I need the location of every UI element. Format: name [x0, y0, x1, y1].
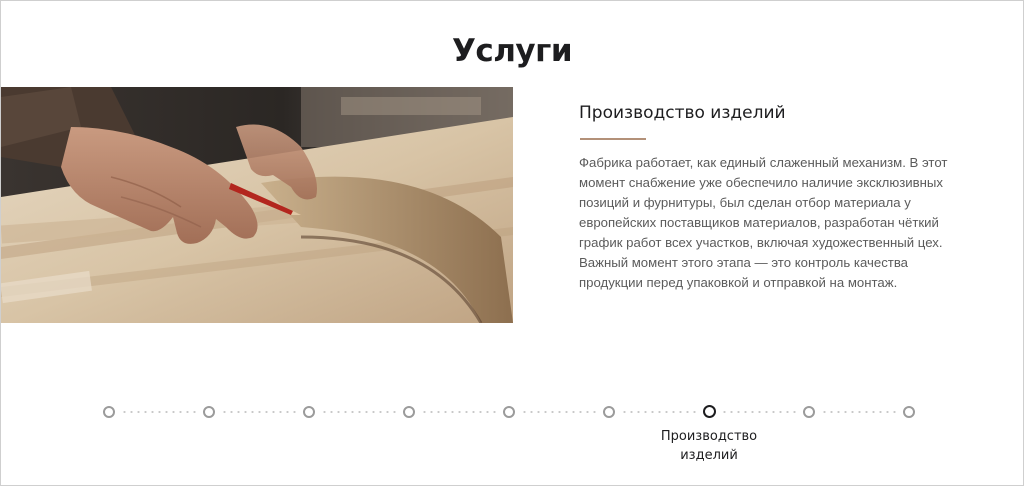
services-section: Услуги Производство изделий Фабрика рабо…	[0, 0, 1024, 486]
timeline-step-1[interactable]	[103, 406, 115, 418]
timeline-step-8[interactable]	[803, 406, 815, 418]
timeline-connector	[522, 411, 597, 413]
service-title: Производство изделий	[579, 103, 786, 123]
timeline-connector	[822, 411, 897, 413]
timeline-step-4[interactable]	[403, 406, 415, 418]
title-accent-divider	[580, 138, 646, 140]
timeline-connector	[722, 411, 797, 413]
timeline-connector	[322, 411, 397, 413]
timeline-step-5[interactable]	[503, 406, 515, 418]
timeline-step-2[interactable]	[203, 406, 215, 418]
timeline-step-3[interactable]	[303, 406, 315, 418]
process-timeline: Производство изделий	[1, 399, 1023, 463]
service-photo	[1, 87, 513, 323]
timeline-connector	[222, 411, 297, 413]
service-description: Фабрика работает, как единый слаженный м…	[579, 155, 948, 290]
active-step-label[interactable]: Производство изделий	[649, 427, 769, 465]
timeline-connector	[122, 411, 197, 413]
timeline-connector	[422, 411, 497, 413]
timeline-connector	[622, 411, 697, 413]
timeline-step-9[interactable]	[903, 406, 915, 418]
page-title: Услуги	[451, 33, 573, 69]
timeline-step-7-active[interactable]	[703, 405, 716, 418]
timeline-step-6[interactable]	[603, 406, 615, 418]
